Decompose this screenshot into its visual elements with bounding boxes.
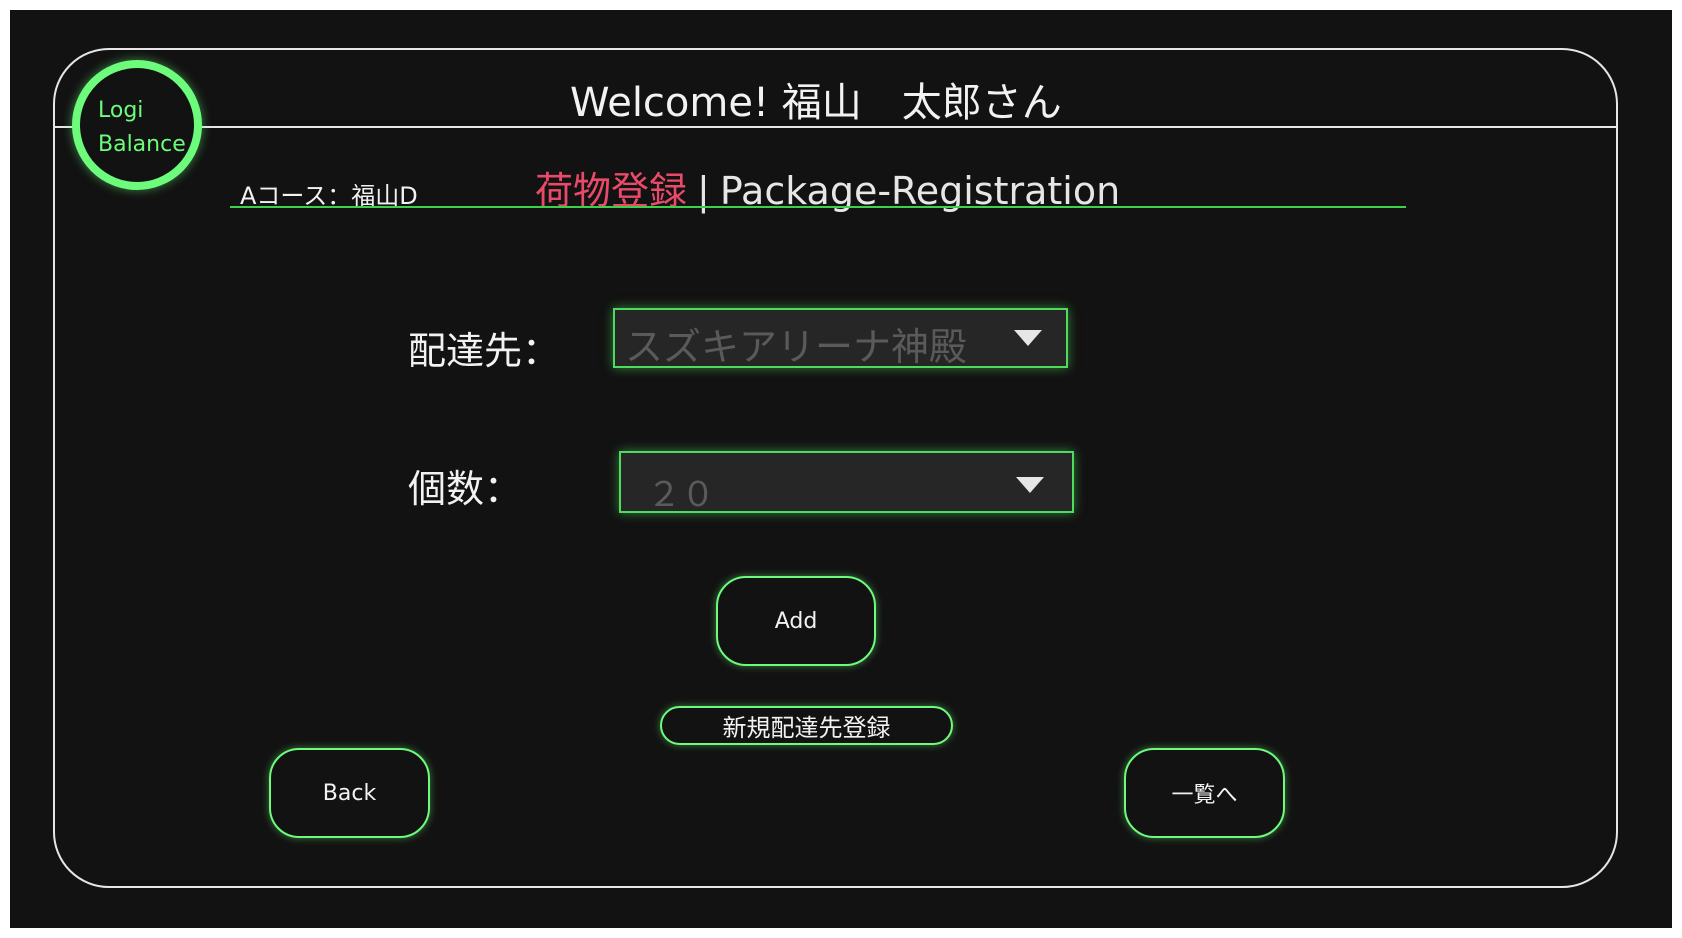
new-destination-button[interactable]: 新規配達先登録 — [660, 706, 953, 745]
welcome-message: Welcome! 福山 太郎さん — [570, 80, 1062, 126]
destination-label: 配達先： — [408, 329, 561, 373]
count-select-value: ２０ — [647, 475, 715, 515]
back-button[interactable]: Back — [269, 748, 430, 838]
logo: Logi Balance — [72, 60, 202, 190]
to-list-button[interactable]: 一覧へ — [1124, 748, 1285, 838]
caret-down-icon — [1014, 330, 1042, 346]
add-button[interactable]: Add — [716, 576, 876, 666]
title-underline — [230, 206, 1406, 208]
logo-text-line1: Logi — [98, 98, 144, 123]
destination-select-value: スズキアリーナ神殿 — [625, 325, 968, 369]
caret-down-icon — [1016, 477, 1044, 493]
count-label: 個数： — [408, 467, 523, 511]
logo-text-line2: Balance — [98, 132, 186, 157]
count-select[interactable]: ２０ — [619, 451, 1074, 515]
app-screen: Welcome! 福山 太郎さん Logi Balance Aコース：福山D 荷… — [10, 10, 1672, 928]
destination-select[interactable]: スズキアリーナ神殿 — [613, 308, 1068, 369]
